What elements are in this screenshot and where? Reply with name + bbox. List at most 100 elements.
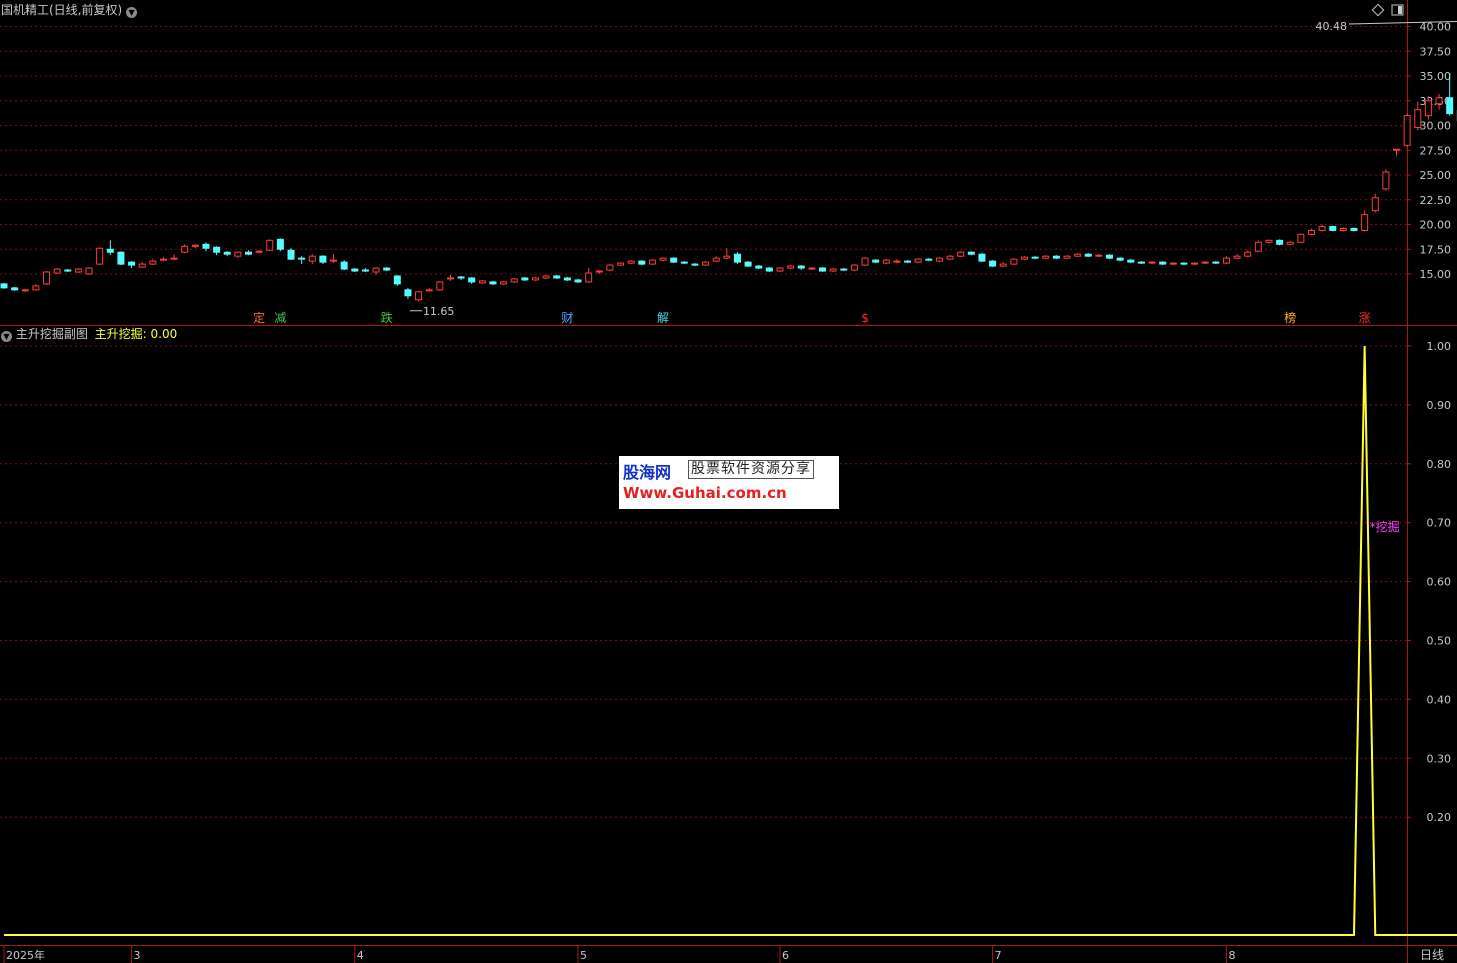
candle-body-up[interactable] (500, 281, 508, 285)
candle-body-down[interactable] (1127, 259, 1135, 263)
candle-body-down[interactable] (1106, 254, 1114, 259)
candle-body-up[interactable] (1307, 229, 1315, 235)
candle-body-up[interactable] (85, 267, 93, 275)
candle-body-down[interactable] (276, 238, 284, 250)
candle-body-down[interactable] (819, 267, 827, 272)
candle-body-up[interactable] (893, 260, 901, 263)
candle-body-up[interactable] (32, 285, 40, 291)
candle-body-up[interactable] (138, 263, 146, 268)
candle-body-down[interactable] (744, 261, 752, 267)
candle-body-down[interactable] (638, 260, 646, 265)
candle-body-up[interactable] (159, 258, 167, 261)
candle-body-up[interactable] (53, 268, 61, 274)
candle-body-up[interactable] (446, 277, 454, 280)
candle-body-down[interactable] (670, 257, 678, 263)
candle-body-up[interactable] (542, 275, 550, 279)
candle-body-up[interactable] (181, 245, 189, 253)
diamond-icon[interactable] (1371, 3, 1385, 17)
candle-body-up[interactable] (1254, 241, 1262, 252)
candle-body-up[interactable] (595, 270, 603, 273)
candle-body-up[interactable] (585, 272, 593, 283)
candle-body-up[interactable] (850, 264, 858, 271)
candle-body-up[interactable] (627, 260, 635, 264)
candle-body-up[interactable] (1244, 251, 1252, 257)
candle-body-up[interactable] (1265, 239, 1273, 243)
candle-body-down[interactable] (797, 265, 805, 269)
candle-body-down[interactable] (393, 275, 401, 285)
candle-body-up[interactable] (648, 259, 656, 265)
sub-title-dropdown-icon[interactable]: ▼ (1, 331, 12, 342)
candle-body-down[interactable] (1329, 225, 1337, 231)
candle-body-up[interactable] (74, 268, 82, 273)
candle-body-down[interactable] (117, 251, 125, 265)
candle-body-up[interactable] (1435, 97, 1443, 105)
candle-body-up[interactable] (330, 259, 338, 262)
candle-body-down[interactable] (978, 253, 986, 262)
candle-body-up[interactable] (1148, 261, 1156, 264)
candle-body-up[interactable] (255, 250, 263, 253)
candle-body-down[interactable] (553, 275, 561, 279)
candle-body-down[interactable] (319, 255, 327, 263)
candle-body-down[interactable] (1159, 261, 1167, 265)
candle-body-down[interactable] (287, 249, 295, 260)
candle-body-up[interactable] (1010, 258, 1018, 265)
candle-body-up[interactable] (478, 280, 486, 284)
candle-body-up[interactable] (436, 281, 444, 291)
candle-body-down[interactable] (563, 277, 571, 281)
candle-body-down[interactable] (872, 259, 880, 263)
candle-body-down[interactable] (361, 269, 369, 272)
candle-body-up[interactable] (1020, 256, 1028, 260)
candle-body-up[interactable] (425, 289, 433, 292)
candle-body-up[interactable] (617, 262, 625, 266)
candle-body-up[interactable] (999, 263, 1007, 267)
candle-body-down[interactable] (925, 258, 933, 261)
candle-body-down[interactable] (765, 267, 773, 272)
candle-body-down[interactable] (64, 269, 72, 272)
candle-body-down[interactable] (989, 260, 997, 267)
candle-body-up[interactable] (1424, 100, 1432, 117)
candle-body-down[interactable] (128, 261, 136, 266)
candle-body-up[interactable] (1063, 255, 1071, 259)
candle-body-down[interactable] (489, 281, 497, 285)
candle-body-up[interactable] (43, 271, 51, 285)
candle-body-up[interactable] (723, 255, 731, 259)
candle-body-down[interactable] (298, 257, 306, 260)
candle-body-up[interactable] (1403, 115, 1411, 146)
candle-body-up[interactable] (532, 277, 539, 281)
candle-body-up[interactable] (170, 257, 178, 260)
candle-body-down[interactable] (904, 260, 912, 263)
candle-body-up[interactable] (1233, 255, 1241, 259)
candle-body-up[interactable] (510, 278, 518, 283)
candle-body-up[interactable] (1286, 241, 1294, 245)
candle-body-down[interactable] (1031, 256, 1039, 259)
candle-body-up[interactable] (1169, 262, 1177, 265)
candle-body-up[interactable] (1201, 261, 1209, 264)
candle-body-down[interactable] (755, 265, 763, 269)
candle-body-down[interactable] (1446, 97, 1454, 115)
candle-body-up[interactable] (957, 251, 965, 257)
candle-body-up[interactable] (946, 255, 954, 260)
candle-body-down[interactable] (404, 289, 412, 297)
candle-body-up[interactable] (606, 264, 614, 271)
main-title-dropdown-icon[interactable]: ▼ (126, 7, 138, 18)
candle-body-down[interactable] (0, 283, 8, 289)
candle-body-down[interactable] (1052, 255, 1060, 259)
candle-body-up[interactable] (861, 257, 869, 266)
candle-body-down[interactable] (1137, 261, 1145, 264)
candle-body-up[interactable] (914, 258, 922, 263)
candle-body-up[interactable] (308, 255, 316, 262)
candle-body-up[interactable] (1222, 257, 1230, 264)
candle-body-up[interactable] (1318, 225, 1326, 231)
candle-body-up[interactable] (1382, 171, 1390, 190)
candle-body-up[interactable] (1074, 253, 1082, 257)
candle-body-up[interactable] (659, 257, 667, 261)
candle-body-down[interactable] (223, 251, 231, 255)
candle-body-up[interactable] (1095, 254, 1103, 257)
candle-body-down[interactable] (1276, 239, 1284, 245)
candle-body-down[interactable] (733, 253, 741, 263)
candle-body-down[interactable] (1180, 262, 1188, 265)
candle-body-up[interactable] (191, 244, 199, 247)
candle-body-up[interactable] (776, 267, 784, 272)
candle-body-down[interactable] (11, 287, 19, 291)
candle-body-up[interactable] (149, 260, 157, 265)
